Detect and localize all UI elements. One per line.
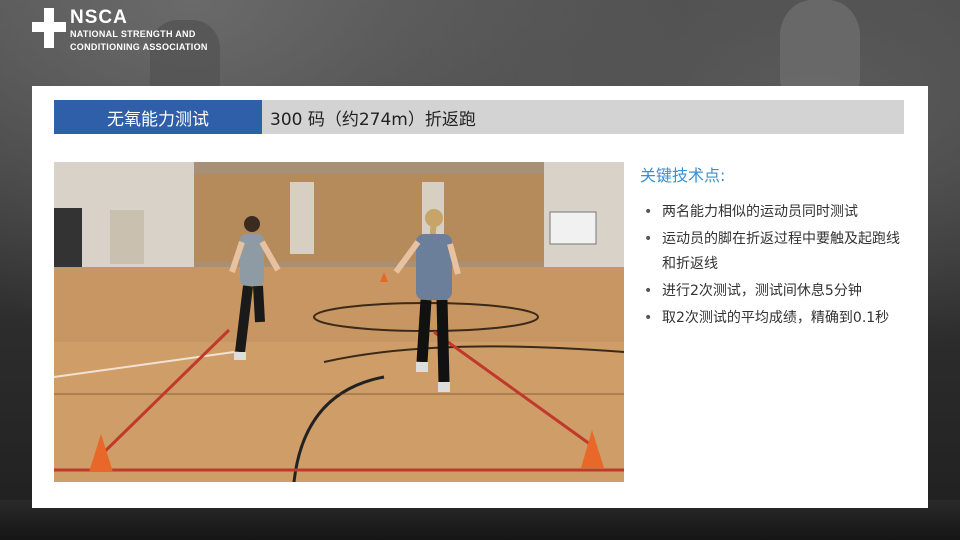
logo-cross-icon — [32, 8, 66, 48]
list-item: • 运动员的脚在折返过程中要触及起跑线和折返线 — [640, 227, 910, 277]
radiator — [110, 210, 144, 264]
title-bar: 无氧能力测试 300 码（约274m）折返跑 — [54, 100, 904, 134]
video-frame[interactable] — [54, 162, 624, 482]
section-tag: 无氧能力测试 — [54, 100, 262, 134]
whiteboard — [549, 211, 597, 245]
gym-scene — [54, 162, 624, 482]
door — [290, 182, 314, 254]
background-person — [780, 0, 860, 90]
key-points-list: • 两名能力相似的运动员同时测试 • 运动员的脚在折返过程中要触及起跑线和折返线 •… — [640, 200, 910, 331]
bullet-icon: • — [644, 204, 653, 220]
doorway — [54, 208, 82, 272]
nsca-logo: NSCA NATIONAL STRENGTH AND CONDITIONING … — [32, 8, 208, 53]
slide-title: 300 码（约274m）折返跑 — [270, 109, 476, 130]
logo-brand: NSCA — [70, 7, 128, 28]
key-points-panel: 关键技术点: • 两名能力相似的运动员同时测试 • 运动员的脚在折返过程中要触及起跑… — [640, 162, 910, 333]
bullet-icon: • — [644, 231, 653, 247]
logo-line-2: CONDITIONING ASSOCIATION — [70, 42, 208, 52]
list-item: • 两名能力相似的运动员同时测试 — [640, 200, 910, 225]
slide-card: 无氧能力测试 300 码（约274m）折返跑 关键技术点: • 两名能力相似的运… — [32, 86, 928, 508]
background-person — [520, 40, 570, 90]
bullet-icon: • — [644, 310, 653, 326]
bullet-icon: • — [644, 283, 653, 299]
list-item: • 进行2次测试，测试间休息5分钟 — [640, 279, 910, 304]
key-points-heading: 关键技术点: — [640, 166, 726, 185]
list-item: • 取2次测试的平均成绩，精确到0.1秒 — [640, 306, 910, 331]
logo-line-1: NATIONAL STRENGTH AND — [70, 29, 196, 39]
